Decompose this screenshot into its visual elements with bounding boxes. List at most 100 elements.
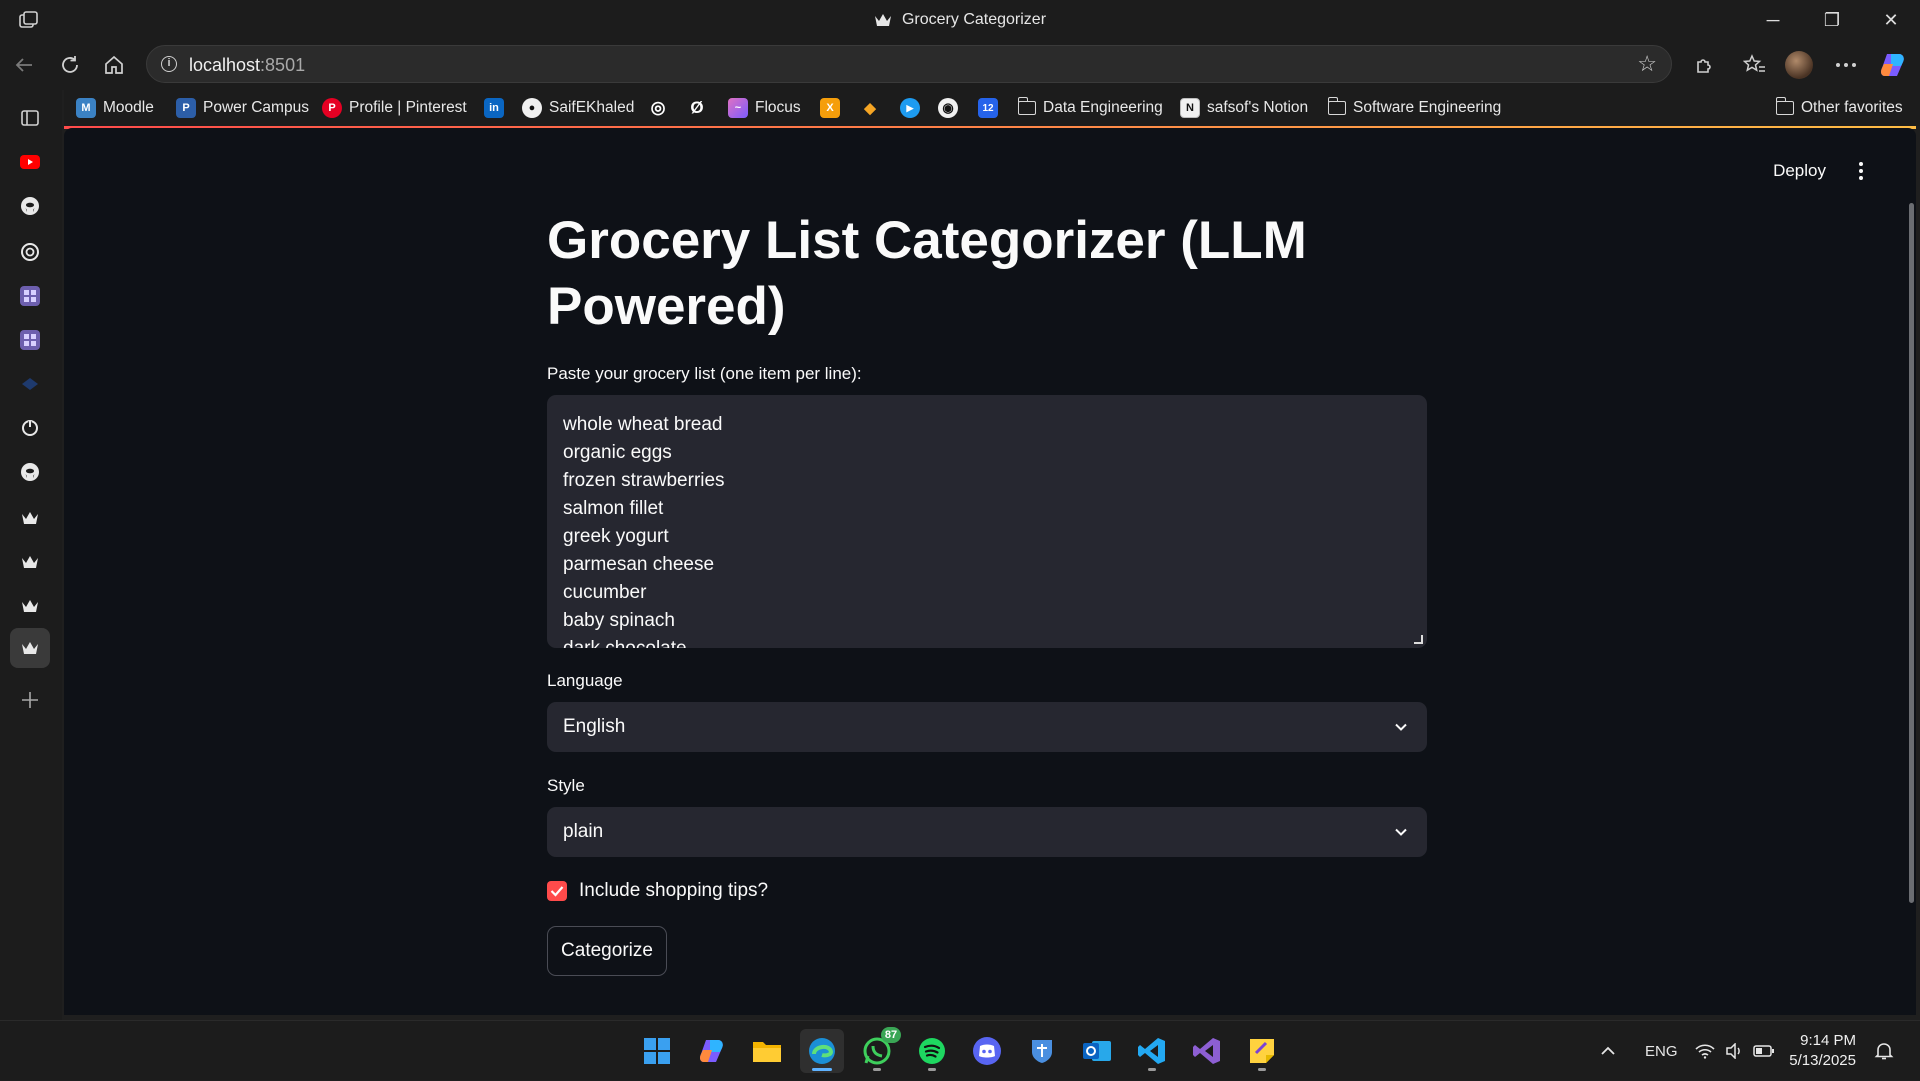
favorite-calendar[interactable]: 12 — [978, 96, 998, 120]
sidebar-youtube[interactable] — [14, 146, 46, 178]
close-window-button[interactable]: ✕ — [1862, 0, 1920, 40]
copilot-button[interactable] — [1876, 49, 1910, 81]
edge-icon — [809, 1038, 835, 1064]
minimize-button[interactable]: ─ — [1744, 0, 1802, 40]
tray-overflow-button[interactable] — [1600, 1021, 1616, 1081]
settings-more-button[interactable] — [1829, 49, 1863, 81]
taskbar-sticky-notes[interactable] — [1240, 1029, 1284, 1073]
sidebar-streamlit-3[interactable] — [14, 590, 46, 622]
profile-button[interactable] — [1782, 49, 1816, 81]
checkmark-icon — [550, 886, 564, 897]
shopping-tips-checkbox-row[interactable]: Include shopping tips? — [547, 880, 768, 902]
favorite-power-campus[interactable]: P Power Campus — [176, 96, 309, 120]
sidebar-app-power[interactable] — [14, 412, 46, 444]
deploy-button[interactable]: Deploy — [1773, 161, 1826, 181]
sidebar-app-blue[interactable] — [14, 368, 46, 400]
language-select[interactable]: English — [547, 702, 1427, 752]
slash-icon: Ø — [690, 98, 704, 117]
sidebar-github-2[interactable] — [14, 456, 46, 488]
grocery-list-textarea[interactable]: whole wheat bread organic eggs frozen stra… — [547, 395, 1427, 648]
streamlit-crown-icon — [22, 600, 38, 612]
grocery-line: parmesan cheese — [563, 554, 715, 575]
favorite-triangle-app[interactable]: ◆ — [860, 96, 880, 120]
notifications-button[interactable] — [1874, 1021, 1894, 1081]
taskbar-copilot[interactable] — [690, 1029, 734, 1073]
sidebar-github[interactable] — [14, 190, 46, 222]
start-button[interactable] — [635, 1029, 679, 1073]
favorite-pinterest[interactable]: P Profile | Pinterest — [322, 96, 467, 120]
style-select[interactable]: plain — [547, 807, 1427, 857]
resize-handle[interactable] — [1414, 635, 1423, 644]
sidebar-add-button[interactable] — [14, 684, 46, 716]
browser-sidebar — [0, 90, 62, 1020]
favorite-folder-software-engineering[interactable]: Software Engineering — [1327, 96, 1502, 120]
favorite-play-app[interactable]: ▶ — [900, 96, 920, 120]
favorite-slash-app[interactable]: Ø — [687, 96, 707, 120]
address-bar[interactable]: i localhost:8501 ☆ — [146, 45, 1672, 83]
sidebar-streamlit-2[interactable] — [14, 546, 46, 578]
sidebar-app-purple-2[interactable] — [14, 324, 46, 356]
power-app-icon — [22, 420, 38, 436]
favorite-circle-app[interactable]: ◉ — [938, 96, 958, 120]
chatgpt-icon — [21, 243, 39, 261]
favorite-x-app[interactable]: X — [820, 96, 840, 120]
taskbar-discord[interactable] — [965, 1029, 1009, 1073]
tray-quick-settings[interactable] — [1695, 1021, 1775, 1081]
grocery-line: organic eggs — [563, 442, 672, 463]
favorite-moodle[interactable]: M Moodle — [76, 96, 154, 120]
favorites-bar: M Moodle P Power Campus P Profile | Pint… — [64, 90, 1920, 126]
profile-avatar — [1785, 51, 1813, 79]
favorite-folder-data-engineering[interactable]: Data Engineering — [1017, 96, 1163, 120]
streamlit-app: Deploy Grocery List Categorizer (LLM Pow… — [64, 128, 1916, 1015]
windows-start-icon — [644, 1038, 670, 1064]
sticky-notes-icon — [1250, 1039, 1274, 1063]
taskbar-store-app[interactable] — [1020, 1029, 1064, 1073]
taskbar-visual-studio[interactable] — [1185, 1029, 1229, 1073]
taskbar-file-explorer[interactable] — [745, 1029, 789, 1073]
sidebar-streamlit-1[interactable] — [14, 502, 46, 534]
favorite-linkedin[interactable]: in — [484, 96, 504, 120]
restore-button[interactable]: ❐ — [1803, 0, 1861, 40]
categorize-button[interactable]: Categorize — [547, 926, 667, 976]
site-info-icon[interactable]: i — [161, 56, 177, 72]
sidebar-app-purple-1[interactable] — [14, 280, 46, 312]
sidebar-tab-actions[interactable] — [14, 102, 46, 134]
refresh-icon — [62, 56, 78, 73]
taskbar-clock[interactable]: 9:14 PM 5/13/2025 — [1789, 1031, 1856, 1071]
sidebar-chatgpt[interactable] — [14, 236, 46, 268]
back-button[interactable] — [8, 49, 40, 81]
url-text[interactable]: localhost:8501 — [189, 55, 305, 76]
github-icon — [21, 197, 39, 215]
taskbar-whatsapp[interactable]: 87 — [855, 1027, 901, 1073]
extensions-button[interactable] — [1687, 49, 1721, 81]
kebab-dot — [1859, 162, 1863, 166]
favorite-notion[interactable]: N safsof's Notion — [1180, 96, 1308, 120]
taskbar-vscode[interactable] — [1130, 1029, 1174, 1073]
streamlit-crown-icon — [22, 556, 38, 568]
taskbar-spotify[interactable] — [910, 1029, 954, 1073]
shopping-tips-checkbox[interactable] — [547, 881, 567, 901]
copilot-icon — [700, 1040, 723, 1062]
flocus-icon: ~ — [728, 98, 748, 118]
home-button[interactable] — [98, 49, 130, 81]
window-title: Grocery Categorizer — [0, 0, 1920, 40]
visual-studio-icon — [1193, 1038, 1220, 1064]
shopping-tips-label: Include shopping tips? — [579, 880, 769, 901]
style-value: plain — [563, 821, 604, 842]
taskbar-edge[interactable] — [800, 1029, 844, 1073]
main-menu-button[interactable] — [1851, 159, 1871, 183]
favorite-github[interactable]: ● SaifEKhaled — [522, 96, 634, 120]
favorite-folder-other[interactable]: Other favorites — [1775, 96, 1903, 120]
favorites-button[interactable] — [1738, 49, 1772, 81]
powercampus-icon: P — [176, 98, 196, 118]
favorite-flocus[interactable]: ~ Flocus — [728, 96, 801, 120]
favorite-star-icon[interactable]: ☆ — [1637, 51, 1657, 77]
refresh-button[interactable] — [54, 49, 86, 81]
other-favorites-label: Other favorites — [1801, 99, 1903, 116]
tray-language[interactable]: ENG — [1645, 1021, 1678, 1081]
sidebar-streamlit-active[interactable] — [10, 628, 50, 668]
favorite-chatgpt[interactable]: ◎ — [648, 96, 668, 120]
taskbar-outlook[interactable] — [1075, 1029, 1119, 1073]
page-scrollbar[interactable] — [1909, 203, 1914, 903]
favorite-label: Software Engineering — [1353, 99, 1502, 116]
